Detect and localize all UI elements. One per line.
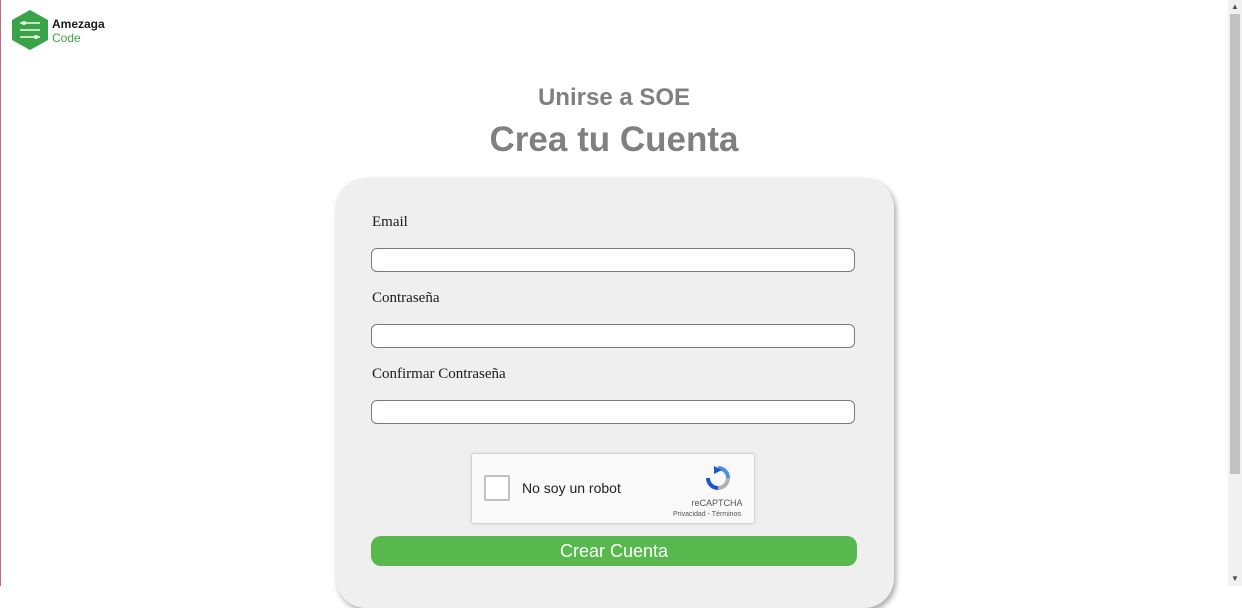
brand-logo[interactable]: Amezaga Code bbox=[10, 9, 120, 53]
brand-subname: Code bbox=[52, 31, 81, 45]
recaptcha-logo-icon bbox=[706, 466, 730, 490]
email-label: Email bbox=[372, 214, 408, 230]
password-label: Contraseña bbox=[372, 290, 440, 306]
brand-name: Amezaga bbox=[52, 17, 105, 31]
create-account-button[interactable]: Crear Cuenta bbox=[371, 536, 857, 566]
password-field[interactable] bbox=[371, 324, 855, 348]
scrollbar-thumb[interactable] bbox=[1230, 14, 1240, 474]
scroll-down-icon[interactable]: ▼ bbox=[1228, 574, 1242, 583]
signup-card: Email Contraseña Confirmar Contraseña No… bbox=[336, 178, 894, 608]
scroll-up-icon[interactable]: ▲ bbox=[1228, 2, 1242, 11]
email-field[interactable] bbox=[371, 248, 855, 272]
confirm-password-field[interactable] bbox=[371, 400, 855, 424]
hexagon-logo-icon bbox=[12, 10, 48, 50]
page-title: Crea tu Cuenta bbox=[489, 120, 739, 159]
recaptcha-brand: reCAPTCHA bbox=[691, 498, 743, 508]
recaptcha-links[interactable]: Privacidad - Términos bbox=[662, 511, 752, 518]
recaptcha-checkbox[interactable] bbox=[484, 475, 510, 501]
recaptcha-label: No soy un robot bbox=[522, 480, 621, 496]
confirm-password-label: Confirmar Contraseña bbox=[372, 366, 506, 382]
page-subtitle: Unirse a SOE bbox=[537, 84, 691, 111]
recaptcha-widget: No soy un robot reCAPTCHA Privacidad - T… bbox=[471, 453, 755, 524]
